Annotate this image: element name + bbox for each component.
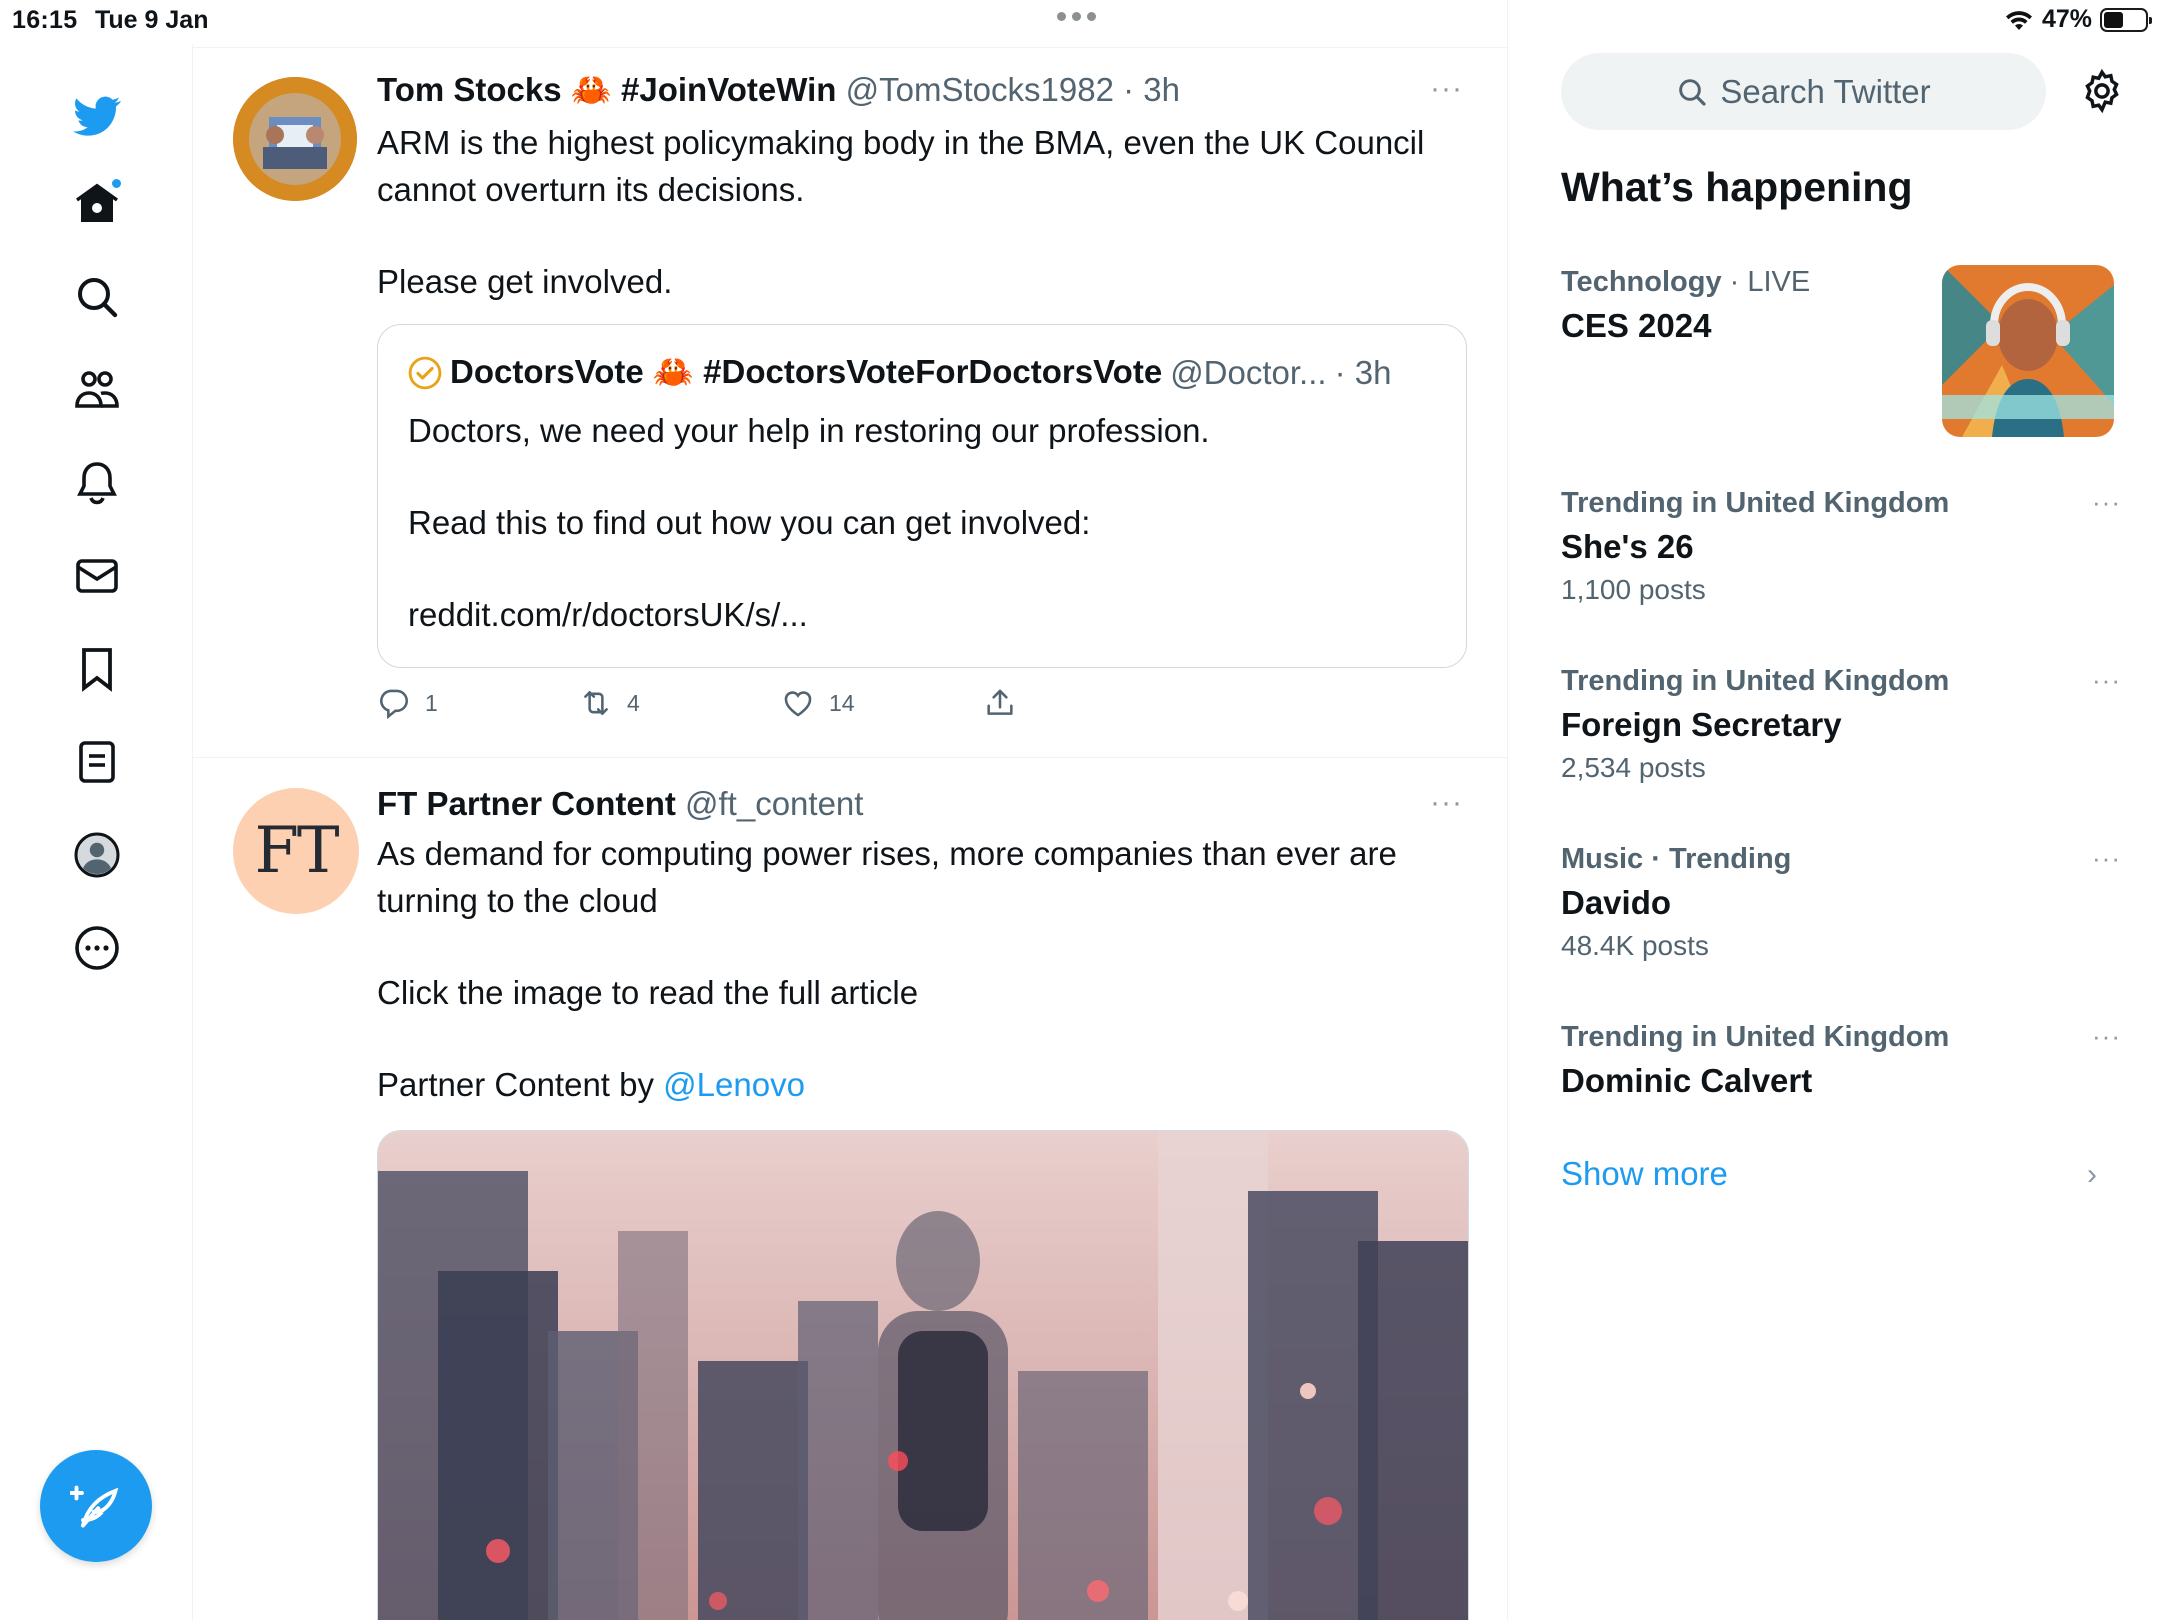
notifications-icon[interactable] — [69, 455, 125, 511]
gear-icon — [2085, 68, 2119, 114]
more-options-icon[interactable]: ··· — [1430, 786, 1463, 820]
quoted-paragraph: Read this to find out how you can get in… — [408, 504, 1091, 541]
compose-button[interactable] — [40, 1450, 152, 1562]
share-icon — [987, 689, 1013, 715]
tweet-header: Tom Stocks 🦀 #JoinVoteWin @TomStocks1982… — [377, 71, 1180, 110]
profile-icon[interactable] — [69, 827, 125, 883]
tweet-paragraph: As demand for computing power rises, mor… — [377, 835, 1397, 919]
tweet-actions: 1 4 14 — [377, 686, 1185, 720]
whats-happening-title: What’s happening — [1561, 164, 1913, 210]
messages-icon[interactable] — [69, 548, 125, 604]
status-date: Tue 9 Jan — [95, 6, 209, 34]
quoted-paragraph: Doctors, we need your help in restoring … — [408, 412, 1210, 449]
trend-name: Dominic Calvert — [1561, 1062, 1813, 1099]
home-notification-dot — [110, 177, 123, 190]
trend-name: Foreign Secretary — [1561, 706, 1842, 743]
search-icon[interactable] — [69, 269, 125, 325]
trend-image[interactable] — [1942, 265, 2114, 437]
avatar[interactable] — [233, 77, 357, 201]
communities-icon[interactable] — [69, 362, 125, 418]
trend-category: Music · Trending — [1561, 843, 1792, 875]
reply-icon — [380, 689, 409, 720]
tweet-time: · 3h — [1123, 71, 1180, 108]
tweet-text: As demand for computing power rises, mor… — [377, 830, 1467, 1108]
more-options-icon[interactable]: ··· — [1430, 72, 1463, 106]
trend-item[interactable]: Trending in United Kingdom She's 26 1,10… — [1561, 487, 2121, 606]
trend-category: Trending in United Kingdom — [1561, 665, 1950, 697]
trend-post-count: 48.4K posts — [1561, 930, 1709, 961]
trend-post-count: 1,100 posts — [1561, 574, 1706, 605]
verified-badge-icon — [408, 356, 442, 389]
trend-more-icon[interactable]: ··· — [2092, 487, 2121, 518]
partner-line: Partner Content by @Lenovo — [377, 1061, 1467, 1108]
bookmarks-icon[interactable] — [69, 641, 125, 697]
timeline-feed: Tom Stocks 🦀 #JoinVoteWin @TomStocks1982… — [193, 0, 1508, 1620]
trend-post-count: 2,534 posts — [1561, 752, 1706, 783]
partner-prefix: Partner Content by — [377, 1066, 664, 1103]
author-handle[interactable]: @TomStocks1982 — [846, 71, 1114, 108]
reply-button[interactable]: 1 — [377, 686, 579, 720]
trend-category: Trending in United Kingdom — [1561, 1021, 1950, 1053]
share-button[interactable] — [983, 686, 1185, 720]
trend-item[interactable]: Trending in United Kingdom Dominic Calve… — [1561, 1021, 2121, 1100]
heart-icon — [784, 691, 812, 717]
tweet-image[interactable] — [377, 1130, 1469, 1620]
status-time: 16:15 — [12, 6, 78, 34]
tweet-header: FT Partner Content @ft_content — [377, 785, 863, 823]
lists-icon[interactable] — [69, 734, 125, 790]
ft-logo: FT — [254, 814, 339, 888]
trend-item[interactable]: Trending in United Kingdom Foreign Secre… — [1561, 665, 2121, 784]
like-button[interactable]: 14 — [781, 686, 983, 720]
search-placeholder: Search Twitter — [1720, 72, 1931, 110]
settings-button[interactable] — [2079, 68, 2125, 114]
quoted-tweet-text: Doctors, we need your help in restoring … — [408, 407, 1428, 638]
author-name[interactable]: FT Partner Content — [377, 785, 676, 822]
like-count: 14 — [829, 689, 855, 716]
twitter-logo-icon[interactable] — [69, 88, 125, 144]
tweet-text: ARM is the highest policymaking body in … — [377, 119, 1467, 305]
trend-more-icon[interactable]: ··· — [2092, 665, 2121, 696]
search-icon — [1679, 78, 1706, 106]
search-input[interactable]: Search Twitter — [1561, 53, 2046, 130]
lenovo-link[interactable]: @Lenovo — [663, 1066, 805, 1103]
quoted-tweet-time: · 3h — [1334, 353, 1392, 391]
quoted-author-handle[interactable]: @Doctor... — [1170, 354, 1326, 392]
home-icon[interactable] — [69, 176, 125, 232]
reply-count: 1 — [425, 689, 438, 716]
trend-more-icon[interactable]: ··· — [2092, 1021, 2121, 1052]
retweet-icon — [584, 691, 608, 715]
compose-icon — [70, 1485, 119, 1528]
quoted-author-name[interactable]: DoctorsVote 🦀 #DoctorsVoteForDoctorsVote — [450, 353, 1162, 392]
avatar[interactable]: FT — [233, 788, 359, 914]
quoted-link[interactable]: reddit.com/r/doctorsUK/s/... — [408, 591, 1428, 638]
right-sidebar: Search Twitter What’s happening Technolo… — [1509, 0, 2160, 1620]
trend-name: Davido — [1561, 884, 1672, 921]
author-name[interactable]: Tom Stocks 🦀 #JoinVoteWin — [377, 71, 836, 108]
trend-item[interactable]: Music · Trending Davido 48.4K posts ··· — [1561, 843, 2121, 962]
retweet-count: 4 — [627, 689, 640, 716]
retweet-button[interactable]: 4 — [579, 686, 781, 720]
left-nav — [0, 44, 193, 1620]
chevron-right-icon[interactable]: › — [2087, 1158, 2097, 1192]
show-more-link[interactable]: Show more — [1561, 1155, 1728, 1193]
trend-more-icon[interactable]: ··· — [2092, 843, 2121, 874]
tweet-paragraph: Click the image to read the full article — [377, 974, 919, 1011]
tweet-paragraph: Please get involved. — [377, 263, 673, 300]
more-icon[interactable] — [69, 920, 125, 976]
trend-category: Trending in United Kingdom — [1561, 487, 1950, 519]
author-handle[interactable]: @ft_content — [685, 785, 863, 822]
tweet-paragraph: ARM is the highest policymaking body in … — [377, 124, 1425, 208]
quoted-tweet-header: DoctorsVote 🦀 #DoctorsVoteForDoctorsVote… — [408, 353, 1391, 392]
trend-name: She's 26 — [1561, 528, 1694, 565]
quoted-tweet[interactable]: DoctorsVote 🦀 #DoctorsVoteForDoctorsVote… — [377, 324, 1467, 668]
